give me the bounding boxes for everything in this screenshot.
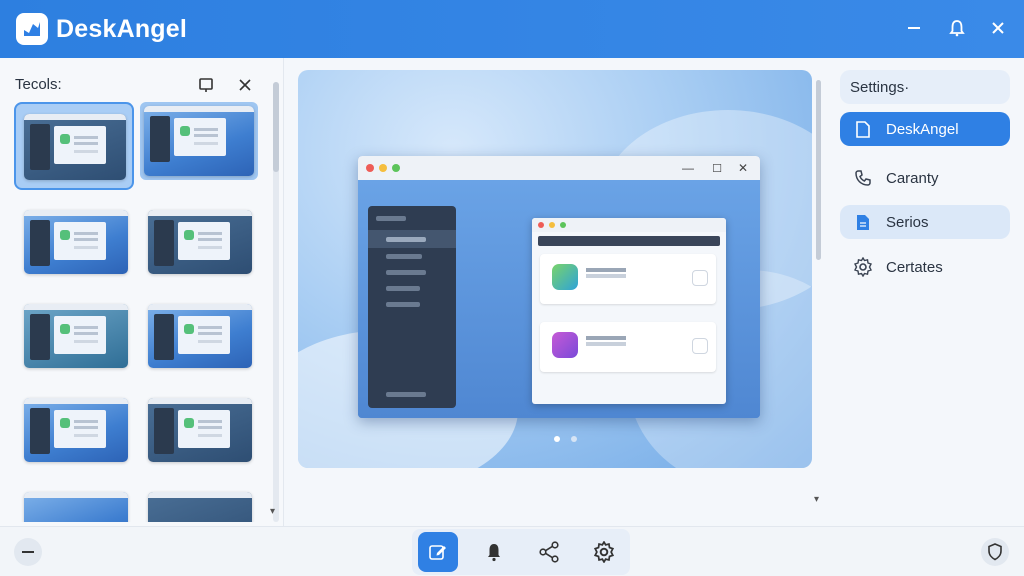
bottom-toolbar bbox=[0, 526, 1024, 576]
settings-header[interactable]: Settings· bbox=[840, 70, 1010, 104]
share-icon bbox=[539, 541, 559, 563]
page-dot-active[interactable] bbox=[554, 436, 560, 442]
tools-header: Tecols: bbox=[15, 76, 62, 93]
sidebar-item-certates[interactable]: Certates bbox=[840, 250, 1010, 284]
sidebar-item-caranty[interactable]: Caranty bbox=[840, 161, 1010, 195]
pin-button[interactable] bbox=[195, 74, 217, 96]
maximize-icon: ☐ bbox=[712, 162, 722, 175]
thumbnail[interactable] bbox=[24, 398, 128, 462]
minimize-icon: — bbox=[682, 161, 694, 175]
thumbnails-scrollbar-thumb[interactable] bbox=[273, 82, 279, 172]
close-dot-icon bbox=[366, 164, 374, 172]
document-icon bbox=[852, 118, 874, 140]
close-icon bbox=[239, 79, 251, 91]
preview-inner-window bbox=[532, 218, 726, 404]
share-button[interactable] bbox=[529, 532, 569, 572]
window-icon bbox=[199, 78, 213, 92]
app-icon bbox=[552, 332, 578, 358]
bell-icon bbox=[488, 544, 500, 562]
preview-window-titlebar: — ☐ ✕ bbox=[358, 156, 760, 180]
protection-button[interactable] bbox=[975, 532, 1015, 572]
gear-icon bbox=[593, 541, 615, 563]
preview-window: — ☐ ✕ bbox=[358, 156, 760, 418]
preview-area: — ☐ ✕ bbox=[298, 70, 812, 468]
preview-scrollbar[interactable] bbox=[816, 80, 821, 260]
preview-address-bar bbox=[538, 236, 720, 246]
thumbnail[interactable] bbox=[24, 304, 128, 368]
screenshot-thumbnails bbox=[14, 102, 264, 522]
document-icon bbox=[852, 211, 874, 233]
shield-icon bbox=[692, 270, 708, 286]
minimize-button[interactable] bbox=[896, 10, 932, 46]
app-logo-icon bbox=[16, 13, 48, 45]
close-icon: ✕ bbox=[737, 161, 748, 175]
notify-button[interactable] bbox=[474, 532, 514, 572]
zoom-out-button[interactable] bbox=[8, 532, 48, 572]
shield-icon bbox=[692, 338, 708, 354]
close-button[interactable] bbox=[980, 10, 1016, 46]
close-icon bbox=[992, 22, 1004, 34]
thumbnail[interactable] bbox=[148, 304, 252, 368]
scroll-down-icon[interactable]: ▾ bbox=[814, 494, 819, 505]
preview-card bbox=[540, 322, 716, 372]
minimize-dot-icon bbox=[379, 164, 387, 172]
tools-panel: Tecols: ▾ bbox=[0, 58, 284, 526]
app-title: DeskAngel bbox=[56, 14, 188, 43]
close-panel-button[interactable] bbox=[234, 74, 256, 96]
shield-icon bbox=[981, 538, 1009, 566]
settings-button[interactable] bbox=[584, 532, 624, 572]
page-dot[interactable] bbox=[571, 436, 577, 442]
right-panel: Settings· DeskAngel Caranty Serios Certa… bbox=[830, 58, 1024, 526]
maximize-dot-icon bbox=[392, 164, 400, 172]
minus-icon bbox=[14, 538, 42, 566]
sidebar-item-deskangel[interactable]: DeskAngel bbox=[840, 112, 1010, 146]
thumbnail bbox=[24, 114, 126, 180]
app-icon bbox=[552, 264, 578, 290]
preview-card bbox=[540, 254, 716, 304]
thumbnail[interactable] bbox=[148, 492, 252, 522]
title-bar: DeskAngel bbox=[0, 0, 1024, 58]
thumbnail[interactable] bbox=[148, 398, 252, 462]
thumbnail[interactable] bbox=[140, 102, 258, 180]
notifications-button[interactable] bbox=[939, 10, 975, 46]
phone-icon bbox=[852, 167, 874, 189]
bell-icon bbox=[949, 20, 965, 37]
thumbnail[interactable] bbox=[24, 492, 128, 522]
thumbnail[interactable] bbox=[148, 210, 252, 274]
edit-button[interactable] bbox=[418, 532, 458, 572]
edit-icon bbox=[429, 545, 446, 560]
sidebar-item-serios[interactable]: Serios bbox=[840, 205, 1010, 239]
gear-icon bbox=[852, 256, 874, 278]
scroll-down-icon[interactable]: ▾ bbox=[270, 506, 275, 517]
thumbnail-selected[interactable] bbox=[14, 102, 134, 190]
preview-sidebar bbox=[368, 206, 456, 408]
thumbnail[interactable] bbox=[24, 210, 128, 274]
